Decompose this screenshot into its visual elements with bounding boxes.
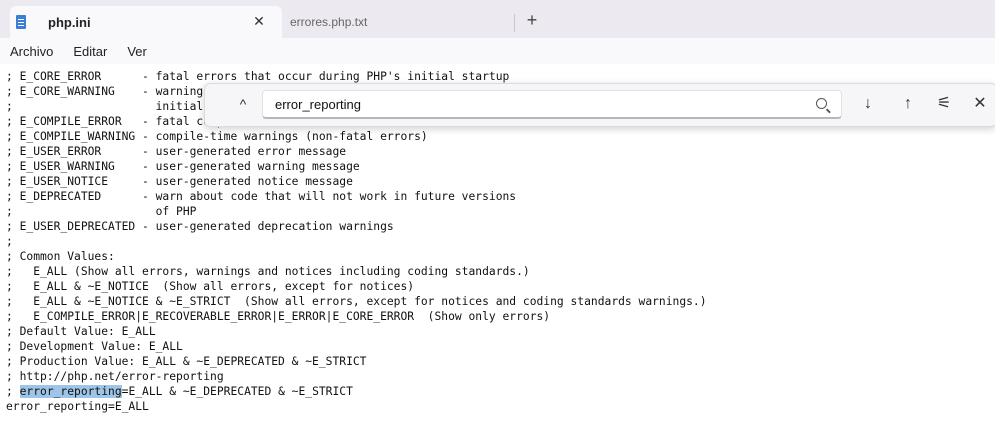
tab-title: errores.php.txt xyxy=(290,15,368,29)
code-line: ; of PHP xyxy=(6,205,197,218)
find-input[interactable]: error_reporting xyxy=(262,90,842,119)
find-options-icon[interactable]: ⚟ xyxy=(933,93,955,115)
code-line: ; E_COMPILE_ERROR|E_RECOVERABLE_ERROR|E_… xyxy=(6,310,551,323)
match-line: ; error_reporting=E_ALL & ~E_DEPRECATED … xyxy=(6,384,707,399)
code-line: ; E_USER_DEPRECATED - user-generated dep… xyxy=(6,220,394,233)
code-line: error_reporting=E_ALL xyxy=(6,400,149,413)
find-bar: ^ error_reporting ↓ ↑ ⚟ ✕ xyxy=(204,83,995,127)
code-line: ; E_COMPILE_WARNING - compile-time warni… xyxy=(6,130,428,143)
code-line: ; xyxy=(6,235,13,248)
code-line: ; Production Value: E_ALL & ~E_DEPRECATE… xyxy=(6,355,367,368)
new-tab-button[interactable]: + xyxy=(522,8,542,32)
tab-bar: php.ini ✕ errores.php.txt + xyxy=(0,0,995,38)
code-line: ; E_CORE_ERROR - fatal errors that occur… xyxy=(6,70,510,83)
code-line: ; E_ALL & ~E_NOTICE (Show all errors, ex… xyxy=(6,280,415,293)
tab-php-ini[interactable]: php.ini ✕ xyxy=(10,6,282,38)
code-line: ; Development Value: E_ALL xyxy=(6,340,183,353)
code-line: ; Default Value: E_ALL xyxy=(6,325,156,338)
find-query: error_reporting xyxy=(275,97,361,112)
tab-divider xyxy=(514,14,515,32)
notepad-icon xyxy=(16,15,26,29)
close-tab-icon[interactable]: ✕ xyxy=(250,13,268,30)
code-line: ; E_ALL & ~E_NOTICE & ~E_STRICT (Show al… xyxy=(6,295,707,308)
find-next-button[interactable]: ↓ xyxy=(857,93,879,115)
find-previous-button[interactable]: ↑ xyxy=(897,93,919,115)
menu-archivo[interactable]: Archivo xyxy=(0,44,63,59)
menu-bar: Archivo Editar Ver xyxy=(0,38,995,64)
menu-ver[interactable]: Ver xyxy=(117,44,157,59)
search-icon[interactable] xyxy=(816,98,827,109)
tab-errores[interactable]: errores.php.txt xyxy=(290,6,518,38)
code-line: ; http://php.net/error-reporting xyxy=(6,370,224,383)
match-suffix: =E_ALL & ~E_DEPRECATED & ~E_STRICT xyxy=(121,385,353,398)
tab-title: php.ini xyxy=(48,14,91,30)
code-line: ; Common Values: xyxy=(6,250,115,263)
close-find-button[interactable]: ✕ xyxy=(969,93,991,115)
menu-editar[interactable]: Editar xyxy=(63,44,117,59)
code-line: ; E_USER_ERROR - user-generated error me… xyxy=(6,145,347,158)
code-line: ; E_USER_NOTICE - user-generated notice … xyxy=(6,175,353,188)
collapse-find-button[interactable]: ^ xyxy=(233,94,253,114)
match-prefix: ; xyxy=(6,385,20,398)
code-line: ; E_ALL (Show all errors, warnings and n… xyxy=(6,265,530,278)
code-line: ; E_DEPRECATED - warn about code that wi… xyxy=(6,190,517,203)
code-line: ; E_USER_WARNING - user-generated warnin… xyxy=(6,160,360,173)
search-match-highlight: error_reporting xyxy=(19,385,122,398)
